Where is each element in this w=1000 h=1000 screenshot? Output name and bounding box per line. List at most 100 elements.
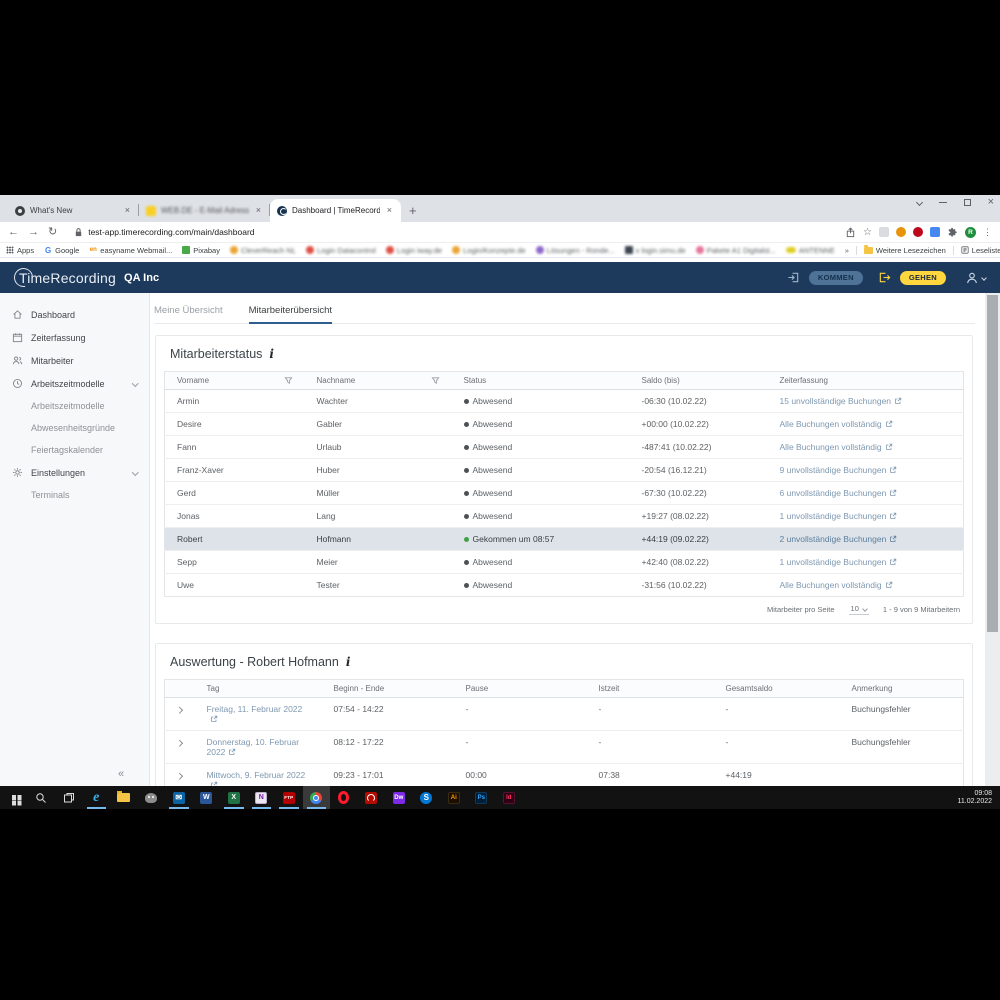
employee-row[interactable]: UweTesterAbwesend-31:56 (10.02.22)Alle B… bbox=[165, 574, 964, 597]
taskbar-word-icon[interactable]: W bbox=[193, 786, 221, 809]
extension-icon[interactable] bbox=[879, 227, 889, 237]
external-link-icon[interactable] bbox=[889, 535, 897, 543]
info-icon[interactable]: i bbox=[269, 347, 274, 361]
address-bar[interactable]: test-app.timerecording.com/main/dashboar… bbox=[66, 227, 836, 238]
kommen-button[interactable]: KOMMEN bbox=[809, 271, 863, 285]
taskbar-onenote-icon[interactable]: N bbox=[248, 786, 276, 809]
extension-icon[interactable] bbox=[896, 227, 906, 237]
sidebar-collapse-button[interactable]: « bbox=[118, 768, 990, 780]
taskbar-gimp-icon[interactable] bbox=[138, 786, 166, 809]
sidebar-item-terminals[interactable]: Terminals bbox=[0, 484, 149, 506]
info-icon[interactable]: i bbox=[346, 655, 351, 669]
taskbar-filezilla-ftp-icon[interactable]: FTP bbox=[275, 786, 303, 809]
new-tab-button[interactable]: + bbox=[409, 203, 417, 218]
taskbar-excel-icon[interactable]: X bbox=[220, 786, 248, 809]
evaluation-row[interactable]: Freitag, 11. Februar 202207:54 - 14:22--… bbox=[165, 698, 964, 731]
per-page-select[interactable]: 10 bbox=[849, 604, 869, 615]
more-bookmarks-button[interactable]: Weitere Lesezeichen bbox=[864, 246, 946, 255]
extension-icon[interactable] bbox=[913, 227, 923, 237]
cell-zeiterfassung-link[interactable]: 9 unvollständige Buchungen bbox=[768, 459, 964, 482]
sidebar-item-einstellungen[interactable]: Einstellungen bbox=[0, 461, 149, 484]
external-link-icon[interactable] bbox=[210, 715, 218, 723]
bookmark-item[interactable]: eneasyname Webmail... bbox=[89, 246, 172, 255]
cell-expand[interactable] bbox=[165, 698, 195, 731]
external-link-icon[interactable] bbox=[889, 489, 897, 497]
sidebar-item-feiertagskalender[interactable]: Feiertagskalender bbox=[0, 439, 149, 461]
cell-zeiterfassung-link[interactable]: 15 unvollständige Buchungen bbox=[768, 390, 964, 413]
browser-tab[interactable]: What's New× bbox=[8, 199, 139, 222]
employee-row[interactable]: JonasLangAbwesend+19:27 (08.02.22)1 unvo… bbox=[165, 505, 964, 528]
cell-zeiterfassung-link[interactable]: 1 unvollständige Buchungen bbox=[768, 551, 964, 574]
bookmark-star-icon[interactable]: ☆ bbox=[863, 227, 872, 238]
filter-funnel-icon[interactable] bbox=[284, 376, 293, 385]
bookmark-item[interactable]: x login.simu.de bbox=[625, 246, 686, 255]
maximize-icon[interactable] bbox=[964, 199, 971, 206]
employee-row[interactable]: GerdMüllerAbwesend-67:30 (10.02.22)6 unv… bbox=[165, 482, 964, 505]
chevron-right-icon[interactable] bbox=[176, 707, 182, 713]
taskbar-skype-icon[interactable]: S bbox=[413, 786, 441, 809]
bookmark-item[interactable]: ANTENNE bbox=[786, 246, 835, 255]
cell-tag-link[interactable]: Donnerstag, 10. Februar 2022 bbox=[195, 731, 322, 764]
bookmark-item[interactable]: CleverReach NL bbox=[230, 246, 296, 255]
taskbar-file-explorer-icon[interactable] bbox=[110, 786, 138, 809]
taskbar-outlook-icon[interactable]: ✉ bbox=[165, 786, 193, 809]
minimize-icon[interactable] bbox=[939, 202, 947, 203]
chevron-right-icon[interactable] bbox=[176, 740, 182, 746]
external-link-icon[interactable] bbox=[889, 512, 897, 520]
scrollbar-thumb[interactable] bbox=[987, 295, 998, 632]
cell-expand[interactable] bbox=[165, 731, 195, 764]
bookmark-item[interactable]: Login iway.de bbox=[386, 246, 442, 255]
close-window-icon[interactable]: × bbox=[988, 197, 994, 207]
external-link-icon[interactable] bbox=[894, 397, 902, 405]
forward-icon[interactable]: → bbox=[28, 227, 39, 238]
bookmark-item[interactable]: GGoogle bbox=[44, 246, 79, 255]
share-icon[interactable] bbox=[845, 227, 856, 238]
sidebar-item-zeiterfassung[interactable]: Zeiterfassung bbox=[0, 326, 149, 349]
bookmark-item[interactable]: Login/Konzepte.de bbox=[452, 246, 526, 255]
external-link-icon[interactable] bbox=[228, 748, 236, 756]
taskbar-search-icon[interactable] bbox=[28, 786, 56, 809]
taskbar-indesign-icon[interactable]: Id bbox=[495, 786, 523, 809]
employee-row[interactable]: FannUrlaubAbwesend-487:41 (10.02.22)Alle… bbox=[165, 436, 964, 459]
taskbar-opera-icon[interactable] bbox=[330, 786, 358, 809]
bookmarks-overflow-icon[interactable]: » bbox=[845, 246, 849, 255]
cell-zeiterfassung-link[interactable]: Alle Buchungen vollständig bbox=[768, 436, 964, 459]
sidebar-item-mitarbeiter[interactable]: Mitarbeiter bbox=[0, 349, 149, 372]
taskbar-acrobat-icon[interactable] bbox=[358, 786, 386, 809]
cell-zeiterfassung-link[interactable]: Alle Buchungen vollständig bbox=[768, 574, 964, 597]
extensions-puzzle-icon[interactable] bbox=[947, 227, 958, 238]
evaluation-row[interactable]: Donnerstag, 10. Februar 202208:12 - 17:2… bbox=[165, 731, 964, 764]
tab-meine-bersicht[interactable]: Meine Übersicht bbox=[154, 305, 223, 324]
sidebar-item-arbeitszeitmodelle[interactable]: Arbeitszeitmodelle bbox=[0, 395, 149, 417]
taskbar-clock[interactable]: 09:0811.02.2022 bbox=[957, 786, 1000, 809]
sidebar-item-dashboard[interactable]: Dashboard bbox=[0, 303, 149, 326]
back-icon[interactable]: ← bbox=[8, 227, 19, 238]
browser-tab[interactable]: Dashboard | TimeRecording× bbox=[270, 199, 401, 222]
tab-search-icon[interactable] bbox=[916, 198, 923, 205]
filter-funnel-icon[interactable] bbox=[431, 376, 440, 385]
bookmark-item[interactable]: Lösungen - Ronde... bbox=[536, 246, 615, 255]
external-link-icon[interactable] bbox=[889, 558, 897, 566]
gehen-button[interactable]: GEHEN bbox=[900, 271, 946, 285]
taskbar-chrome-icon[interactable] bbox=[303, 786, 331, 809]
tab-close-icon[interactable]: × bbox=[385, 206, 394, 215]
cell-zeiterfassung-link[interactable]: 1 unvollständige Buchungen bbox=[768, 505, 964, 528]
taskbar-photoshop-icon[interactable]: Ps bbox=[468, 786, 496, 809]
reading-list-button[interactable]: Leseliste bbox=[961, 246, 1000, 255]
taskbar-internet-explorer-icon[interactable]: e bbox=[83, 786, 111, 809]
employee-row[interactable]: DesireGablerAbwesend+00:00 (10.02.22)All… bbox=[165, 413, 964, 436]
employee-row[interactable]: Franz-XaverHuberAbwesend-20:54 (16.12.21… bbox=[165, 459, 964, 482]
reload-icon[interactable]: ↻ bbox=[48, 227, 57, 238]
profile-avatar[interactable]: R bbox=[965, 227, 976, 238]
bookmark-item[interactable]: Login Datacontrol bbox=[306, 246, 376, 255]
cell-tag-link[interactable]: Freitag, 11. Februar 2022 bbox=[195, 698, 322, 731]
employee-row[interactable]: SeppMeierAbwesend+42:40 (08.02.22)1 unvo… bbox=[165, 551, 964, 574]
employee-row[interactable]: ArminWachterAbwesend-06:30 (10.02.22)15 … bbox=[165, 390, 964, 413]
bookmark-item[interactable]: Pixabay bbox=[182, 246, 220, 255]
external-link-icon[interactable] bbox=[885, 420, 893, 428]
tab-mitarbeiter-bersicht[interactable]: Mitarbeiterübersicht bbox=[249, 305, 332, 324]
extension-icon[interactable] bbox=[930, 227, 940, 237]
cell-zeiterfassung-link[interactable]: Alle Buchungen vollständig bbox=[768, 413, 964, 436]
taskbar-illustrator-icon[interactable]: Ai bbox=[440, 786, 468, 809]
taskbar-task-view-icon[interactable] bbox=[55, 786, 83, 809]
